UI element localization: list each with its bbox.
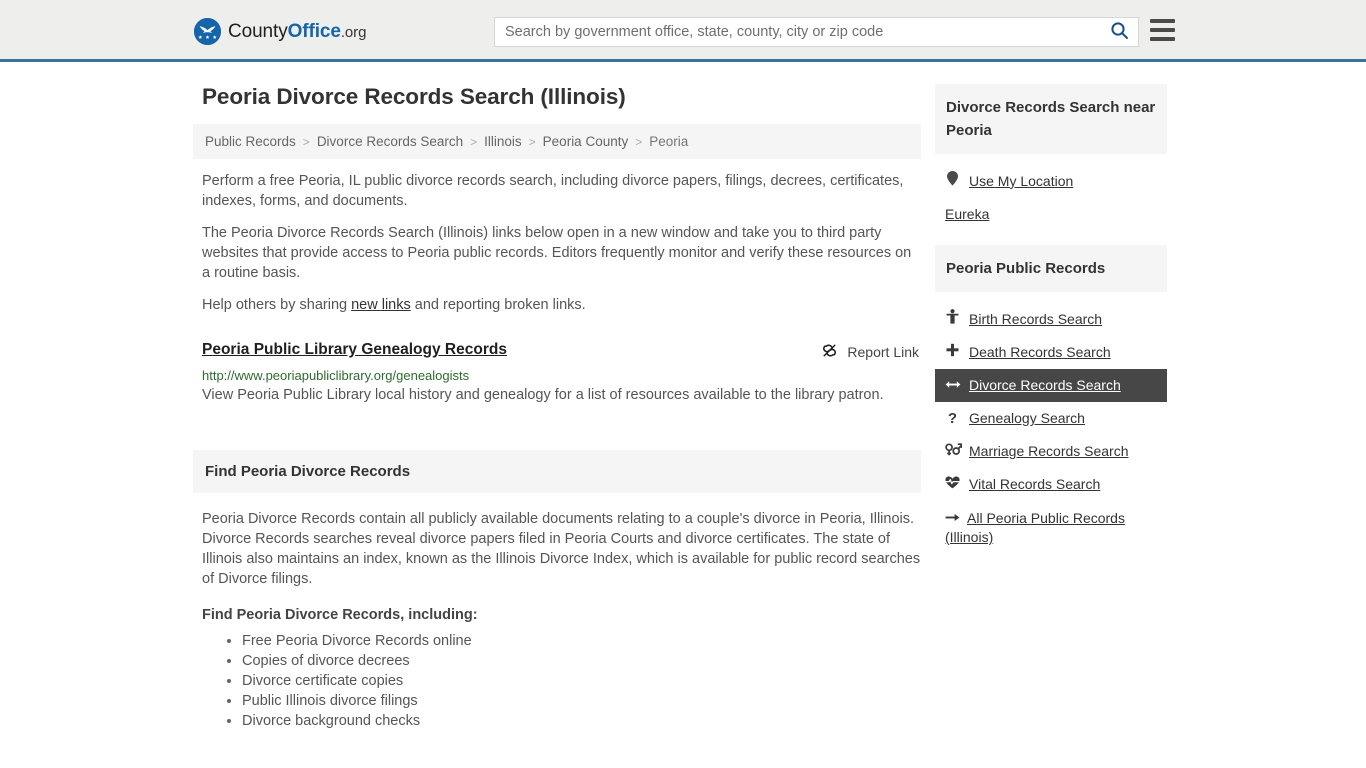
panel-body-near-peoria: Use My Location Eureka — [935, 154, 1167, 231]
page-title: Peoria Divorce Records Search (Illinois) — [202, 84, 626, 109]
hamburger-menu-icon[interactable] — [1150, 19, 1175, 41]
sidebar-label: All Peoria Public Records (Illinois) — [945, 510, 1125, 545]
sidebar-item-death-records-search[interactable]: Death Records Search — [935, 336, 1167, 369]
sidebar-item-birth-records-search[interactable]: Birth Records Search — [935, 302, 1167, 336]
result-url-link[interactable]: http://www.peoriapubliclibrary.org/genea… — [202, 368, 921, 383]
hamburger-bar — [1150, 28, 1175, 32]
search-bar[interactable] — [494, 17, 1139, 47]
eagle-star-logo-icon — [194, 18, 221, 45]
question-mark-icon: ? — [947, 410, 958, 427]
list-item: Divorce certificate copies — [242, 671, 921, 691]
list-item: Free Peoria Divorce Records online — [242, 631, 921, 651]
sidebar-label: Divorce Records Search — [969, 377, 1121, 393]
sidebar-label: Marriage Records Search — [969, 443, 1129, 459]
breadcrumb: Public Records > Divorce Records Search … — [193, 124, 921, 159]
left-right-arrows-icon — [945, 376, 961, 395]
panel-heading-public-records: Peoria Public Records — [935, 245, 1167, 292]
page-body: Peoria Divorce Records Search (Illinois)… — [0, 62, 1366, 731]
help-share-line: Help others by sharing new links and rep… — [202, 295, 921, 315]
search-input[interactable] — [495, 18, 1100, 46]
breadcrumb-separator: > — [635, 134, 643, 149]
new-links-link[interactable]: new links — [351, 297, 411, 313]
sidebar-item-use-my-location[interactable]: Use My Location — [935, 164, 1167, 198]
intro-paragraph-2: The Peoria Divorce Records Search (Illin… — [202, 225, 912, 281]
result-description: View Peoria Public Library local history… — [202, 387, 884, 403]
panel-heading-near-peoria: Divorce Records Search near Peoria — [935, 84, 1167, 154]
hamburger-bar — [1150, 19, 1175, 23]
sidebar-label: Death Records Search — [969, 344, 1111, 360]
child-icon — [945, 309, 960, 329]
sidebar-item-vital-records-search[interactable]: Vital Records Search — [935, 468, 1167, 501]
brand-part-org: .org — [340, 23, 367, 41]
report-link-button[interactable]: Report Link — [821, 341, 921, 362]
search-button[interactable] — [1100, 18, 1138, 46]
sidebar-column: Divorce Records Search near Peoria Use M… — [935, 62, 1167, 568]
help-text-before: Help others by sharing — [202, 297, 352, 313]
records-bullet-list: Free Peoria Divorce Records online Copie… — [202, 631, 921, 731]
breadcrumb-separator: > — [470, 134, 478, 149]
list-item: Copies of divorce decrees — [242, 651, 921, 671]
venus-mars-icon — [945, 442, 963, 461]
site-header: CountyOffice.org — [0, 0, 1366, 62]
list-item: Divorce background checks — [242, 711, 921, 731]
content-container: Peoria Divorce Records Search (Illinois)… — [193, 62, 1173, 731]
list-item: Public Illinois divorce filings — [242, 691, 921, 711]
breadcrumb-item-divorce-records-search[interactable]: Divorce Records Search — [317, 134, 463, 149]
brand-part-county: County — [228, 20, 288, 42]
result-entry: Peoria Public Library Genealogy Records — [202, 341, 921, 406]
brand-wordmark: CountyOffice.org — [228, 21, 366, 43]
report-link-label: Report Link — [847, 344, 919, 360]
sidebar-item-genealogy-search[interactable]: ? Genealogy Search — [935, 402, 1167, 435]
main-column: Peoria Divorce Records Search (Illinois)… — [193, 62, 921, 731]
search-icon — [1110, 21, 1129, 43]
result-title-link[interactable]: Peoria Public Library Genealogy Records — [202, 341, 507, 359]
result-header-row: Peoria Public Library Genealogy Records — [202, 341, 921, 362]
breadcrumb-separator: > — [528, 134, 536, 149]
panel-body-public-records: Birth Records Search Death Records Searc… — [935, 292, 1167, 554]
breadcrumb-separator: > — [302, 134, 310, 149]
breadcrumb-item-illinois[interactable]: Illinois — [484, 134, 522, 149]
sidebar-label: Vital Records Search — [969, 476, 1101, 492]
arrow-right-icon — [945, 509, 960, 528]
section-sub-heading: Find Peoria Divorce Records, including: — [202, 607, 478, 623]
brand-part-office: Office — [287, 20, 341, 42]
sidebar-item-all-peoria-public-records[interactable]: All Peoria Public Records (Illinois) — [935, 501, 1167, 554]
panel-peoria-public-records: Peoria Public Records Birth Records Sear… — [935, 245, 1167, 554]
breadcrumb-item-peoria: Peoria — [649, 134, 689, 149]
help-text-after: and reporting broken links. — [410, 297, 586, 313]
map-pin-icon — [945, 171, 960, 191]
sidebar-label: Use My Location — [969, 172, 1074, 189]
broken-link-icon — [821, 342, 838, 362]
intro-paragraph-1: Perform a free Peoria, IL public divorce… — [202, 173, 904, 209]
sidebar-label: Genealogy Search — [969, 410, 1085, 426]
hamburger-bar — [1150, 37, 1175, 41]
section-heading-find-records: Find Peoria Divorce Records — [193, 450, 921, 493]
section-body: Peoria Divorce Records contain all publi… — [202, 509, 921, 731]
panel-divorce-records-near: Divorce Records Search near Peoria Use M… — [935, 84, 1167, 231]
cross-plus-icon — [945, 343, 960, 362]
breadcrumb-item-public-records[interactable]: Public Records — [205, 134, 296, 149]
sidebar-item-divorce-records-search[interactable]: Divorce Records Search — [935, 369, 1167, 402]
sidebar-label: Eureka — [945, 206, 990, 222]
site-logo[interactable]: CountyOffice.org — [194, 18, 366, 45]
sidebar-label: Birth Records Search — [969, 310, 1103, 327]
sidebar-item-marriage-records-search[interactable]: Marriage Records Search — [935, 435, 1167, 468]
sidebar-item-eureka[interactable]: Eureka — [935, 198, 1167, 231]
heartbeat-icon — [945, 475, 960, 494]
section-paragraph: Peoria Divorce Records contain all publi… — [202, 511, 921, 587]
breadcrumb-item-peoria-county[interactable]: Peoria County — [543, 134, 629, 149]
